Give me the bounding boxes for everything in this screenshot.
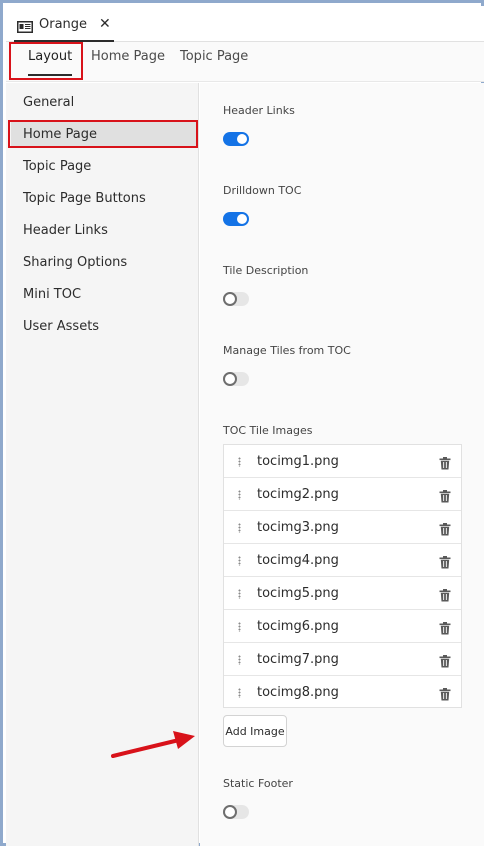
image-filename: tocimg8.png [257, 685, 339, 700]
tab-active-underline [28, 74, 72, 76]
window-tab-label: Orange [39, 16, 88, 32]
image-row: tocimg4.png [224, 544, 461, 577]
toc-tile-images-label: TOC Tile Images [223, 424, 313, 437]
image-filename: tocimg2.png [257, 486, 339, 502]
drag-handle-icon[interactable] [238, 655, 241, 665]
sidebar-item-user-assets[interactable]: User Assets [11, 314, 197, 340]
window-tab-orange[interactable]: Orange ✕ [14, 8, 114, 42]
sidebar-item-header-links[interactable]: Header Links [11, 218, 197, 244]
trash-icon[interactable] [439, 686, 451, 701]
home-page-settings: Header Links Drilldown TOC Tile Descript… [200, 83, 484, 846]
tab-home-page-label: Home Page [91, 49, 165, 64]
tile-description-label: Tile Description [223, 264, 309, 277]
sidebar-item-topic-page-buttons[interactable]: Topic Page Buttons [11, 186, 197, 212]
image-filename: tocimg3.png [257, 519, 339, 535]
sidebar-item-label: Topic Page Buttons [23, 191, 146, 206]
image-filename: tocimg6.png [257, 618, 339, 634]
window-tab-bar: Orange ✕ [6, 6, 484, 42]
image-row: tocimg8.png [224, 676, 461, 709]
app-frame: Orange ✕ Layout Home Page Topic Page Gen… [0, 0, 484, 846]
trash-icon[interactable] [439, 554, 451, 569]
panel-icon [17, 18, 33, 33]
image-row: tocimg7.png [224, 643, 461, 676]
sidebar-item-sharing-options[interactable]: Sharing Options [11, 250, 197, 276]
sidebar-item-label: User Assets [23, 319, 100, 334]
header-links-toggle[interactable] [223, 132, 249, 146]
image-filename: tocimg1.png [257, 453, 339, 469]
tab-layout[interactable]: Layout [23, 42, 77, 82]
tab-home-page[interactable]: Home Page [91, 42, 165, 82]
close-icon[interactable]: ✕ [99, 16, 111, 32]
static-footer-toggle[interactable] [223, 805, 249, 819]
tile-description-toggle[interactable] [223, 292, 249, 306]
annotation-arrow-icon [111, 731, 195, 758]
sidebar-item-label: Sharing Options [23, 255, 128, 270]
header-links-label: Header Links [223, 104, 295, 117]
image-filename: tocimg4.png [257, 552, 339, 568]
trash-icon[interactable] [439, 455, 451, 470]
manage-tiles-toggle[interactable] [223, 372, 249, 386]
drilldown-toc-label: Drilldown TOC [223, 184, 302, 197]
trash-icon[interactable] [439, 488, 451, 503]
trash-icon[interactable] [439, 653, 451, 668]
drag-handle-icon[interactable] [238, 523, 241, 533]
sidebar-item-label: Header Links [23, 223, 108, 238]
drag-handle-icon[interactable] [238, 490, 241, 500]
sidebar-item-label: Mini TOC [23, 287, 82, 302]
drag-handle-icon[interactable] [238, 622, 241, 632]
image-filename: tocimg7.png [257, 651, 339, 667]
drilldown-toc-toggle[interactable] [223, 212, 249, 226]
tab-layout-label: Layout [28, 49, 73, 64]
toc-tile-image-list: tocimg1.png tocimg2.png tocimg3.png toci… [223, 444, 462, 708]
drag-handle-icon[interactable] [238, 589, 241, 599]
sidebar-item-home-page[interactable]: Home Page [11, 122, 197, 148]
top-tab-bar: Layout Home Page Topic Page [6, 42, 484, 82]
sidebar-item-topic-page[interactable]: Topic Page [11, 154, 197, 180]
sidebar-item-label: Home Page [23, 127, 97, 142]
manage-tiles-label: Manage Tiles from TOC [223, 344, 351, 357]
drag-handle-icon[interactable] [238, 457, 241, 467]
tab-topic-page[interactable]: Topic Page [180, 42, 248, 82]
image-row: tocimg2.png [224, 478, 461, 511]
image-row: tocimg5.png [224, 577, 461, 610]
image-row: tocimg6.png [224, 610, 461, 643]
static-footer-label: Static Footer [223, 777, 293, 790]
drag-handle-icon[interactable] [238, 556, 241, 566]
sidebar-item-label: Topic Page [23, 159, 92, 174]
add-image-button[interactable]: Add Image [223, 715, 287, 747]
sidebar-item-general[interactable]: General [11, 90, 197, 116]
trash-icon[interactable] [439, 587, 451, 602]
tab-topic-page-label: Topic Page [180, 49, 249, 64]
image-row: tocimg3.png [224, 511, 461, 544]
trash-icon[interactable] [439, 521, 451, 536]
image-row: tocimg1.png [224, 445, 461, 478]
drag-handle-icon[interactable] [238, 688, 241, 698]
sidebar-item-mini-toc[interactable]: Mini TOC [11, 282, 197, 308]
image-filename: tocimg5.png [257, 585, 339, 601]
sidebar-item-label: General [23, 95, 75, 110]
trash-icon[interactable] [439, 620, 451, 635]
